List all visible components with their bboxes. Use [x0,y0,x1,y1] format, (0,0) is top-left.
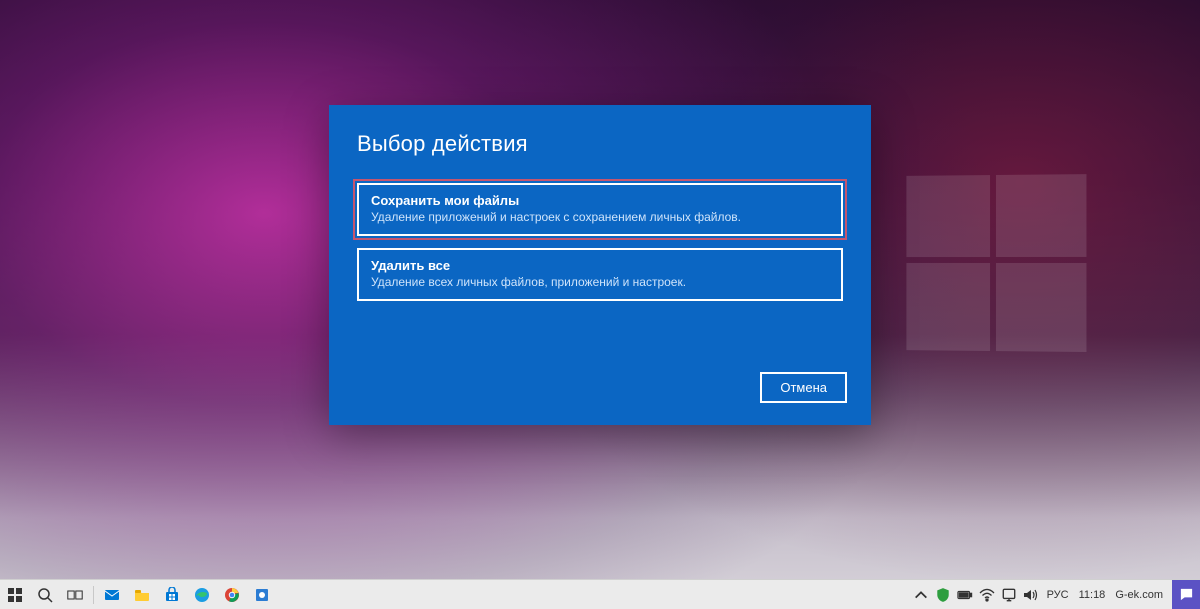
taskbar-app-store[interactable] [157,580,187,609]
edge-icon [194,587,210,603]
chevron-up-icon [913,587,929,603]
option-keep-files[interactable]: Сохранить мои файлы Удаление приложений … [357,183,843,236]
start-button[interactable] [0,580,30,609]
search-icon [37,587,53,603]
cancel-button[interactable]: Отмена [760,372,847,403]
store-icon [164,587,180,603]
taskbar-right: РУС 11:18 G-ek.com [910,580,1200,609]
taskbar-app-generic[interactable] [247,580,277,609]
folder-icon [134,587,150,603]
option-remove-all[interactable]: Удалить все Удаление всех личных файлов,… [357,248,843,301]
tray-overflow[interactable] [910,580,932,609]
tray-battery[interactable] [954,580,976,609]
mail-icon [104,587,120,603]
wifi-icon [979,587,995,603]
tray-clock[interactable]: 11:18 [1074,580,1111,609]
tray-watermark: G-ek.com [1110,580,1168,609]
taskbar-app-mail[interactable] [97,580,127,609]
taskbar-left [0,580,277,609]
dialog-title: Выбор действия [357,131,843,157]
shield-icon [935,587,951,603]
option-desc: Удаление приложений и настроек с сохране… [371,210,829,224]
app-icon [254,587,270,603]
windows-logo-watermark [906,174,1085,351]
notification-icon [1179,587,1194,602]
tray-security[interactable] [932,580,954,609]
volume-icon [1023,587,1039,603]
task-view-icon [67,587,83,603]
tray-language[interactable]: РУС [1042,580,1074,609]
taskbar-app-explorer[interactable] [127,580,157,609]
tray-network[interactable] [998,580,1020,609]
tray-wifi[interactable] [976,580,998,609]
taskbar-app-edge[interactable] [187,580,217,609]
action-center-button[interactable] [1172,580,1200,609]
windows-start-icon [7,587,23,603]
option-desc: Удаление всех личных файлов, приложений … [371,275,829,289]
task-view-button[interactable] [60,580,90,609]
tray-volume[interactable] [1020,580,1042,609]
option-title: Удалить все [371,258,829,273]
taskbar: РУС 11:18 G-ek.com [0,579,1200,609]
taskbar-separator [93,586,94,604]
option-title: Сохранить мои файлы [371,193,829,208]
network-icon [1001,587,1017,603]
battery-icon [957,587,973,603]
chrome-icon [224,587,240,603]
reset-choice-dialog: Выбор действия Сохранить мои файлы Удале… [329,105,871,425]
search-button[interactable] [30,580,60,609]
taskbar-app-chrome[interactable] [217,580,247,609]
